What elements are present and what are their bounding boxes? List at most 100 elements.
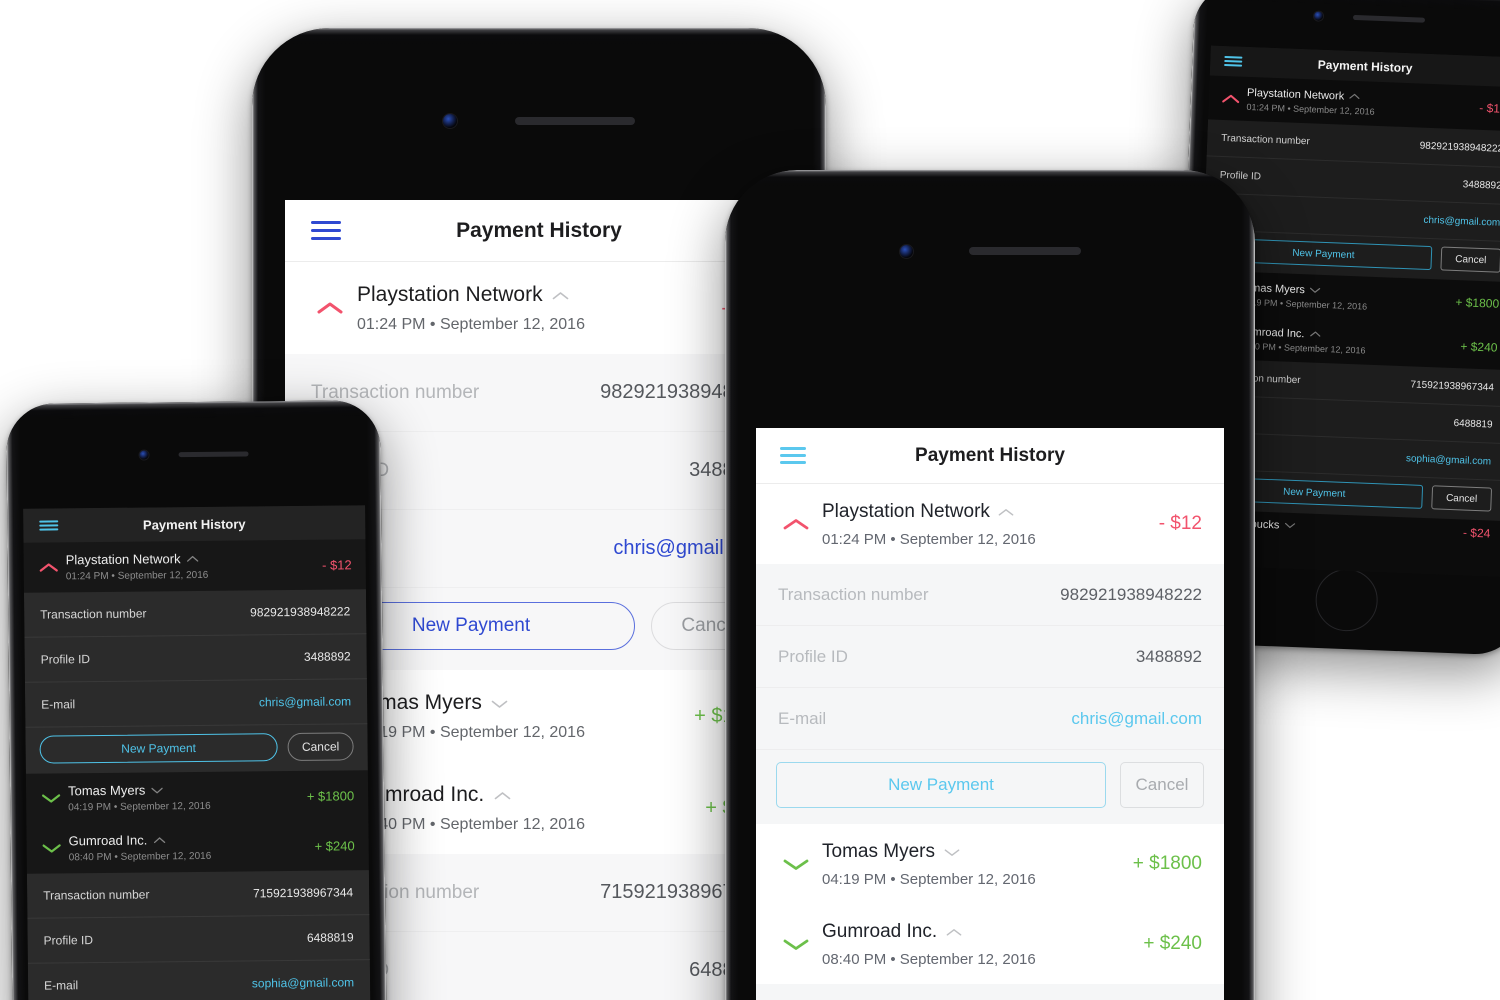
- detail-value: 3488892: [303, 649, 351, 664]
- transaction-row[interactable]: Gumroad Inc. 08:40 PM • September 12, 20…: [756, 904, 1224, 984]
- transaction-info: Gumroad Inc. 08:40 PM • September 12, 20…: [69, 831, 315, 864]
- earpiece-speaker-icon: [178, 450, 249, 457]
- chevron-up-icon-inline[interactable]: [494, 783, 511, 807]
- detail-value-email[interactable]: chris@gmail.com: [1423, 214, 1500, 228]
- detail-row-profile-id: Profile ID 3488892: [24, 634, 367, 683]
- detail-row-profile-id: Profile ID 3488892: [756, 626, 1224, 688]
- home-button[interactable]: [1314, 567, 1379, 633]
- app-bar: Payment History: [756, 428, 1224, 484]
- merchant-name: Playstation Network: [65, 551, 181, 568]
- transaction-datetime: 01:24 PM • September 12, 2016: [65, 569, 209, 583]
- chevron-up-icon[interactable]: [303, 300, 357, 316]
- transaction-info: Playstation Network 01:24 PM • September…: [357, 283, 721, 334]
- transaction-row[interactable]: Tomas Myers 04:19 PM • September 12, 201…: [26, 770, 369, 824]
- chevron-up-icon-inline[interactable]: [1349, 90, 1360, 102]
- transaction-amount: + $1800: [306, 787, 355, 804]
- detail-value: 6488819: [306, 930, 354, 945]
- transaction-datetime: 08:40 PM • September 12, 2016: [68, 850, 212, 864]
- front-camera-icon: [139, 449, 149, 460]
- detail-actions: New Payment Cancel: [25, 724, 367, 774]
- transaction-amount: - $12: [321, 556, 352, 573]
- chevron-down-icon-inline[interactable]: [1284, 520, 1296, 532]
- detail-value: 982921938948222: [1419, 140, 1500, 155]
- transaction-datetime: 01:24 PM • September 12, 2016: [357, 315, 585, 333]
- transaction-datetime: 08:40 PM • September 12, 2016: [357, 815, 585, 833]
- transaction-row[interactable]: Playstation Network 01:24 PM • September…: [756, 484, 1224, 564]
- cancel-button[interactable]: Cancel: [1120, 762, 1204, 808]
- chevron-up-icon-inline[interactable]: [1309, 328, 1320, 340]
- transaction-datetime: 04:19 PM • September 12, 2016: [68, 800, 211, 814]
- transaction-row[interactable]: Playstation Network 01:24 PM • September…: [23, 539, 366, 593]
- merchant-name-row: Playstation Network: [822, 501, 1159, 523]
- detail-row-transaction-number: Transaction number 982921938948222: [23, 589, 367, 638]
- transaction-details: Transaction number 982921938948222 Profi…: [23, 589, 368, 774]
- hamburger-menu-icon[interactable]: [780, 447, 806, 464]
- chevron-up-icon[interactable]: [1215, 92, 1247, 104]
- chevron-up-icon-inline[interactable]: [552, 283, 569, 307]
- hamburger-menu-icon[interactable]: [1224, 55, 1243, 67]
- merchant-name-row: Playstation Network: [65, 550, 323, 568]
- chevron-down-icon-inline[interactable]: [151, 782, 163, 797]
- chevron-down-icon-inline[interactable]: [491, 691, 508, 715]
- device-front-large-light: Payment History Playstation Network 01:2…: [725, 170, 1255, 1000]
- merchant-name-row: Tomas Myers: [822, 841, 1133, 863]
- detail-label: Profile ID: [778, 646, 848, 666]
- cancel-button[interactable]: Cancel: [1440, 246, 1500, 273]
- transaction-amount: + $240: [314, 837, 355, 854]
- transaction-details: Transaction number 715921938967344 Profi…: [26, 870, 371, 1000]
- chevron-up-icon-inline[interactable]: [946, 921, 962, 943]
- hamburger-menu-icon[interactable]: [39, 520, 59, 531]
- page-title: Payment History: [456, 218, 622, 242]
- detail-actions: New Payment Cancel: [756, 750, 1224, 824]
- chevron-down-icon[interactable]: [34, 792, 68, 804]
- chevron-up-icon-inline[interactable]: [153, 832, 165, 847]
- transaction-datetime: 01:24 PM • September 12, 2016: [822, 530, 1036, 548]
- chevron-up-icon-inline[interactable]: [186, 551, 199, 566]
- merchant-name: Gumroad Inc.: [822, 920, 938, 942]
- merchant-name-row: Gumroad Inc.: [357, 783, 705, 807]
- transaction-amount: - $12: [1479, 100, 1500, 116]
- transaction-details: Transaction number 982921938948222 Profi…: [756, 564, 1224, 824]
- transaction-amount: + $1800: [1455, 295, 1500, 311]
- detail-row-transaction-number: Transaction number 715921938967344: [26, 870, 370, 919]
- cancel-button[interactable]: Cancel: [1431, 485, 1493, 512]
- transaction-row[interactable]: Gumroad Inc. 08:40 PM • September 12, 20…: [26, 820, 369, 874]
- chevron-up-icon[interactable]: [32, 561, 66, 573]
- merchant-name-row: Starbucks: [1230, 518, 1463, 539]
- app-bar: Payment History: [285, 200, 793, 262]
- front-camera-icon: [1313, 10, 1323, 21]
- chevron-down-icon-inline[interactable]: [944, 841, 960, 863]
- merchant-name-row: Gumroad Inc.: [68, 831, 315, 849]
- earpiece-speaker-icon: [968, 247, 1081, 255]
- transaction-amount: - $12: [1158, 513, 1202, 534]
- chevron-up-icon-inline[interactable]: [998, 501, 1014, 523]
- detail-value-email[interactable]: sophia@gmail.com: [252, 975, 354, 990]
- device-sensor-bar: [6, 446, 380, 462]
- chevron-down-icon[interactable]: [770, 857, 822, 872]
- detail-label: Transaction number: [778, 584, 929, 604]
- chevron-down-icon[interactable]: [770, 937, 822, 952]
- merchant-name: Playstation Network: [822, 500, 990, 522]
- page-title: Payment History: [915, 444, 1065, 466]
- mockup-stage: Payment History Playstation Network 01:2…: [0, 0, 1500, 1000]
- chevron-up-icon[interactable]: [770, 517, 822, 532]
- detail-label: E-mail: [778, 708, 827, 728]
- transaction-row[interactable]: Tomas Myers 04:19 PM • September 12, 201…: [756, 824, 1224, 904]
- detail-value-email[interactable]: sophia@gmail.com: [1406, 453, 1492, 467]
- merchant-name: Playstation Network: [1246, 86, 1345, 103]
- detail-value-email[interactable]: chris@gmail.com: [1071, 709, 1202, 729]
- detail-label: Profile ID: [1219, 169, 1262, 182]
- chevron-down-icon-inline[interactable]: [1310, 284, 1321, 296]
- new-payment-button[interactable]: New Payment: [776, 762, 1106, 808]
- transaction-amount: + $240: [1143, 933, 1202, 954]
- chevron-down-icon[interactable]: [35, 842, 69, 854]
- transaction-amount: + $240: [1460, 339, 1498, 355]
- detail-value-email[interactable]: chris@gmail.com: [259, 694, 351, 709]
- new-payment-button[interactable]: New Payment: [39, 733, 278, 764]
- cancel-button[interactable]: Cancel: [287, 732, 354, 762]
- detail-row-profile-id: Profile ID 6488819: [27, 915, 370, 964]
- hamburger-menu-icon[interactable]: [311, 221, 341, 240]
- transaction-row[interactable]: Playstation Network 01:24 PM • September…: [285, 262, 793, 354]
- transaction-details: Transaction number 715921938967344 Profi…: [756, 984, 1224, 1000]
- merchant-name: Gumroad Inc.: [68, 832, 148, 849]
